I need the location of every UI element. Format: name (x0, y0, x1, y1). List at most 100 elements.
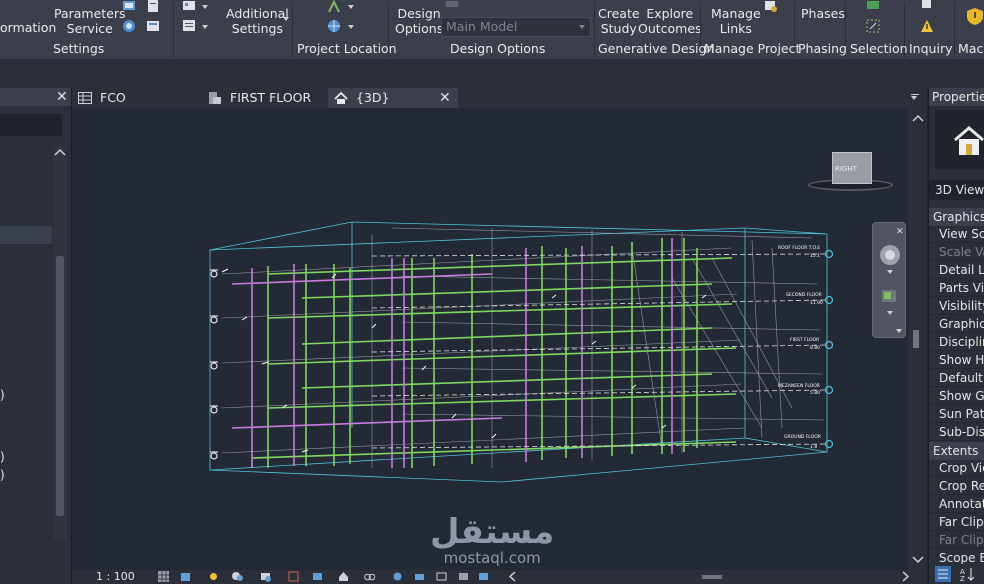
steering-wheel-icon[interactable] (878, 243, 902, 267)
shared-parameters-icon[interactable] (146, 0, 160, 14)
navbar-options-chevron-icon[interactable] (896, 329, 902, 333)
ribbon-separator (173, 2, 174, 58)
prop-crop-view[interactable]: Crop View (929, 459, 984, 477)
type-selector[interactable]: 3D View: (929, 180, 984, 200)
zoom-region-icon[interactable] (881, 289, 899, 305)
globe-icon[interactable] (327, 19, 341, 33)
detail-level-icon[interactable] (158, 571, 169, 582)
chevron-up-icon[interactable] (54, 148, 66, 156)
prop-show-grids[interactable]: Show Grids (929, 387, 984, 405)
viewcube[interactable]: RIGHT (832, 152, 872, 184)
selection-edit-icon[interactable] (866, 19, 880, 33)
warnings-icon[interactable] (920, 19, 934, 33)
browser-item-fragment[interactable]: ) (0, 468, 5, 482)
prop-detail-level[interactable]: Detail Level (929, 261, 984, 279)
type-selector-preview[interactable] (935, 110, 984, 170)
chevron-down-icon[interactable] (202, 25, 208, 29)
visual-style-icon[interactable] (180, 571, 191, 582)
chevron-down-icon[interactable] (887, 311, 893, 315)
ids-icon[interactable] (920, 0, 934, 14)
tab-3d[interactable]: {3D} ✕ (328, 88, 458, 108)
close-icon[interactable]: ✕ (896, 225, 904, 239)
highlight-displacement-icon[interactable] (458, 571, 469, 582)
parameters-icon[interactable] (122, 0, 136, 14)
categorized-sort-icon[interactable] (935, 566, 951, 582)
tab-list-chevron-icon[interactable] (911, 96, 917, 100)
section-extents[interactable]: Extents (929, 442, 984, 460)
manage-links-button[interactable]: Manage Links (711, 6, 761, 36)
design-options-button[interactable]: Design Options (395, 6, 443, 36)
chevron-down-icon[interactable] (202, 5, 208, 9)
analytical-model-icon[interactable] (478, 571, 489, 582)
browser-search-input[interactable] (0, 114, 62, 136)
project-units-icon[interactable] (182, 0, 196, 14)
phases-button[interactable]: Phases (801, 6, 845, 21)
temporary-hide-icon[interactable] (364, 571, 375, 582)
properties-title: Properties (929, 88, 984, 106)
show-crop-region-icon[interactable] (312, 571, 323, 582)
panel-title-settings: Settings (53, 41, 105, 56)
prop-show-hidden[interactable]: Show Hidden (929, 351, 984, 369)
prop-crop-region[interactable]: Crop Region (929, 477, 984, 495)
prop-sub-discipline[interactable]: Sub-Discipline (929, 423, 984, 441)
building-model-drawing[interactable]: ROOF FLOOR T.O.E 15.1 SECOND FLOOR 11.90… (72, 108, 908, 570)
manage-images-icon[interactable] (764, 0, 778, 14)
additional-settings-button[interactable]: Additional Settings (226, 6, 289, 36)
location-icon[interactable] (327, 0, 341, 14)
shadows-icon[interactable] (232, 571, 243, 582)
chevron-up-icon[interactable] (912, 114, 924, 122)
prop-default-analysis[interactable]: Default Analysis (929, 369, 984, 387)
reveal-constraints-icon[interactable] (436, 571, 447, 582)
tab-fco[interactable]: FCO (72, 88, 202, 108)
level-elev: 1.8 (810, 444, 817, 450)
crop-view-icon[interactable] (288, 571, 299, 582)
prop-annotation-crop[interactable]: Annotation Crop (929, 495, 984, 513)
prop-graphic-display[interactable]: Graphic Display (929, 315, 984, 333)
temporary-view-properties-icon[interactable] (414, 571, 425, 582)
project-info-icon[interactable] (182, 19, 196, 33)
browser-item-fragment[interactable]: ) (0, 388, 5, 402)
viewport-scroll-thumb[interactable] (913, 330, 919, 348)
prop-view-scale[interactable]: View Scale (929, 225, 984, 243)
close-icon[interactable]: ✕ (439, 91, 451, 105)
watermark-site: mostaql.com (443, 549, 541, 567)
sun-path-icon[interactable] (208, 571, 219, 582)
transfer-standards-icon[interactable] (146, 19, 160, 33)
prop-visibility-graphics[interactable]: Visibility/Graphics (929, 297, 984, 315)
create-study-button[interactable]: Create Study (598, 6, 640, 36)
watermark-logo: مستقل (430, 512, 555, 552)
prop-far-clip-active[interactable]: Far Clip Active (929, 513, 984, 531)
tab-first-floor[interactable]: FIRST FLOOR (202, 88, 328, 108)
information-label-fragment[interactable]: ormation (0, 20, 56, 35)
prop-parts-visibility[interactable]: Parts Visibility (929, 279, 984, 297)
browser-selected-item[interactable] (0, 226, 52, 244)
viewport-horizontal-scroll-thumb[interactable] (702, 575, 722, 579)
prop-sun-path[interactable]: Sun Path (929, 405, 984, 423)
level-name: FIRST FLOOR (790, 337, 819, 343)
explore-outcomes-button[interactable]: Explore Outcomes (638, 6, 702, 36)
prop-discipline[interactable]: Discipline (929, 333, 984, 351)
3d-viewport[interactable]: ROOF FLOOR T.O.E 15.1 SECOND FLOOR 11.90… (72, 108, 908, 570)
section-graphics[interactable]: Graphics (929, 208, 984, 226)
chevron-down-icon[interactable] (887, 270, 893, 274)
scroll-left-icon[interactable] (508, 571, 516, 582)
parameters-service-button[interactable]: Parameters Service (54, 6, 126, 36)
browser-item-fragment[interactable]: ) (0, 450, 5, 464)
add-to-set-icon[interactable] (445, 0, 459, 14)
global-parameters-icon[interactable] (122, 19, 136, 33)
view-scale[interactable]: 1 : 100 (96, 570, 135, 583)
design-option-select[interactable]: Main Model (441, 17, 591, 37)
close-icon[interactable]: ✕ (56, 90, 68, 104)
render-icon[interactable] (260, 571, 271, 582)
chevron-down-icon[interactable] (348, 5, 354, 9)
chevron-down-icon[interactable] (283, 17, 289, 21)
alphabetical-sort-icon[interactable]: AZ (959, 566, 975, 582)
unlock-view-icon[interactable] (338, 571, 349, 582)
browser-scroll-thumb[interactable] (56, 256, 64, 516)
scroll-right-icon[interactable] (902, 571, 910, 582)
chevron-down-icon[interactable] (348, 25, 354, 29)
selection-load-icon[interactable] (866, 0, 880, 14)
reveal-hidden-icon[interactable] (392, 571, 403, 582)
chevron-down-icon[interactable] (912, 556, 924, 564)
macro-security-icon[interactable] (966, 7, 984, 25)
